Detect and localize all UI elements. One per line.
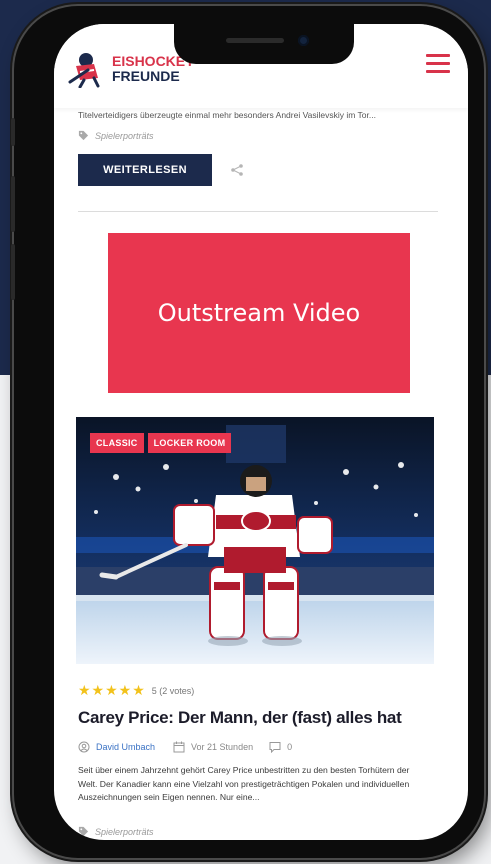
outstream-video-ad[interactable]: Outstream Video (108, 233, 410, 393)
article-rating[interactable]: ★★★★★ 5 (2 votes) (78, 682, 194, 699)
phone-volume-up (11, 176, 15, 232)
goalie-photo (76, 417, 434, 664)
speaker-grille (226, 38, 284, 43)
user-icon (78, 741, 90, 753)
menu-icon[interactable] (426, 54, 450, 74)
author-link[interactable]: David Umbach (96, 742, 155, 752)
rating-stars-icon[interactable]: ★★★★★ (78, 682, 146, 699)
comment-icon[interactable] (269, 741, 281, 753)
rating-text: 5 (2 votes) (151, 685, 195, 696)
article-title[interactable]: Carey Price: Der Mann, der (fast) alles … (78, 708, 448, 728)
publish-time: Vor 21 Stunden (191, 742, 254, 752)
article-meta: David Umbach Vor 21 Stunden 0 (78, 741, 292, 753)
phone-side-button (11, 118, 15, 146)
category-badge[interactable]: LOCKER ROOM (147, 433, 232, 453)
comment-count[interactable]: 0 (287, 742, 292, 752)
previous-article-tag[interactable]: Spielerporträts (78, 130, 154, 141)
ad-label: Outstream Video (157, 299, 361, 327)
logo-line-2: FREUNDE (112, 68, 180, 84)
share-icon[interactable] (230, 163, 244, 177)
article-tag[interactable]: Spielerporträts (78, 826, 154, 837)
phone-screen: EISHOCKEY FREUNDE Titelverteidigers über… (54, 24, 468, 840)
tag-icon (78, 130, 89, 141)
phone-notch (174, 24, 354, 64)
tag-label: Spielerporträts (95, 130, 154, 141)
article-hero-image[interactable]: CLASSIC LOCKER ROOM (76, 417, 434, 664)
category-badges: CLASSIC LOCKER ROOM (90, 433, 232, 453)
read-more-button[interactable]: WEITERLESEN (78, 154, 212, 186)
tag-icon (78, 826, 89, 837)
phone-volume-down (11, 244, 15, 300)
article-excerpt: Seit über einem Jahrzehnt gehört Carey P… (78, 765, 410, 802)
section-divider (78, 211, 438, 212)
hockey-player-logo-icon[interactable] (66, 48, 106, 89)
calendar-icon (173, 741, 185, 753)
front-camera (298, 35, 309, 46)
category-badge[interactable]: CLASSIC (90, 433, 144, 453)
previous-article-excerpt: Titelverteidigers überzeugte einmal mehr… (78, 110, 376, 120)
tag-label: Spielerporträts (95, 826, 154, 837)
